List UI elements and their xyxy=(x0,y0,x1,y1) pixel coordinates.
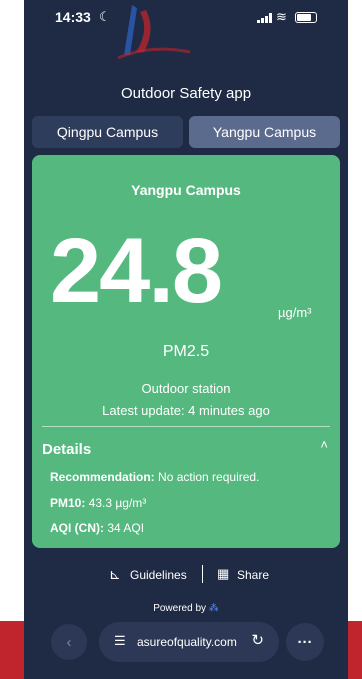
aqi-line: AQI (CN): 34 AQI xyxy=(50,521,144,535)
university-logo xyxy=(117,5,191,60)
address-bar[interactable]: ☰ asureofquality.com ↻ xyxy=(99,622,279,662)
card-campus-name: Yangpu Campus xyxy=(131,182,241,198)
status-bar: 14:33 ☾ ≋ xyxy=(24,0,348,60)
recommendation-value: No action required. xyxy=(154,470,260,484)
more-button[interactable]: ··· xyxy=(286,623,324,661)
browser-toolbar: ‹ ☰ asureofquality.com ↻ ··· xyxy=(24,619,348,679)
share-link[interactable]: Share xyxy=(237,568,269,582)
moon-icon: ☾ xyxy=(99,9,111,24)
campus-tabs: Qingpu Campus Yangpu Campus xyxy=(32,116,340,148)
pm10-value: 43.3 µg/m³ xyxy=(85,496,147,510)
powered-by: Powered by ⁂ xyxy=(24,603,348,614)
page-settings-icon[interactable]: ☰ xyxy=(114,633,126,649)
pm10-label: PM10: xyxy=(50,496,86,510)
app-title: Outdoor Safety app xyxy=(120,85,252,102)
battery-icon xyxy=(295,12,317,23)
signal-icon xyxy=(257,13,272,23)
url-text: asureofquality.com xyxy=(137,635,237,649)
qr-code-icon[interactable]: ▦ xyxy=(217,566,229,582)
aqi-value: 34 AQI xyxy=(104,521,145,535)
chevron-left-icon: ‹ xyxy=(66,633,72,651)
air-quality-card: Yangpu Campus 24.8 µg/m³ PM2.5 Outdoor s… xyxy=(32,155,340,548)
pollutant-name: PM2.5 xyxy=(162,343,210,360)
provider-logo-icon[interactable]: ⁂ xyxy=(209,603,219,614)
tab-yangpu-campus[interactable]: Yangpu Campus xyxy=(189,116,340,148)
wifi-icon: ≋ xyxy=(276,9,287,24)
recommendation-line: Recommendation: No action required. xyxy=(50,470,259,484)
tab-qingpu-campus[interactable]: Qingpu Campus xyxy=(32,116,183,148)
last-update: Latest update: 4 minutes ago xyxy=(102,403,270,418)
guidelines-icon[interactable]: ⊾ xyxy=(109,566,121,583)
pm10-line: PM10: 43.3 µg/m³ xyxy=(50,496,146,510)
powered-by-label: Powered by xyxy=(153,603,207,614)
footer-links: ⊾ Guidelines ▦ Share xyxy=(24,565,348,585)
recommendation-label: Recommendation: xyxy=(50,470,155,484)
chevron-up-icon[interactable]: ˄ xyxy=(320,437,328,452)
phone-screen: 14:33 ☾ ≋ Outdoor Safety app Qingpu Camp… xyxy=(24,0,348,679)
guidelines-link[interactable]: Guidelines xyxy=(130,568,187,582)
details-toggle[interactable]: Details xyxy=(42,441,91,458)
station-type: Outdoor station xyxy=(141,381,231,396)
pm25-unit: µg/m³ xyxy=(278,305,312,320)
aqi-label: AQI (CN): xyxy=(50,521,104,535)
more-dots-icon: ··· xyxy=(297,633,313,651)
status-time: 14:33 xyxy=(55,9,91,25)
pm25-value: 24.8 xyxy=(50,220,223,322)
footer-divider xyxy=(202,565,203,583)
reload-icon[interactable]: ↻ xyxy=(251,631,264,649)
back-button[interactable]: ‹ xyxy=(51,624,87,660)
card-divider xyxy=(42,426,330,427)
